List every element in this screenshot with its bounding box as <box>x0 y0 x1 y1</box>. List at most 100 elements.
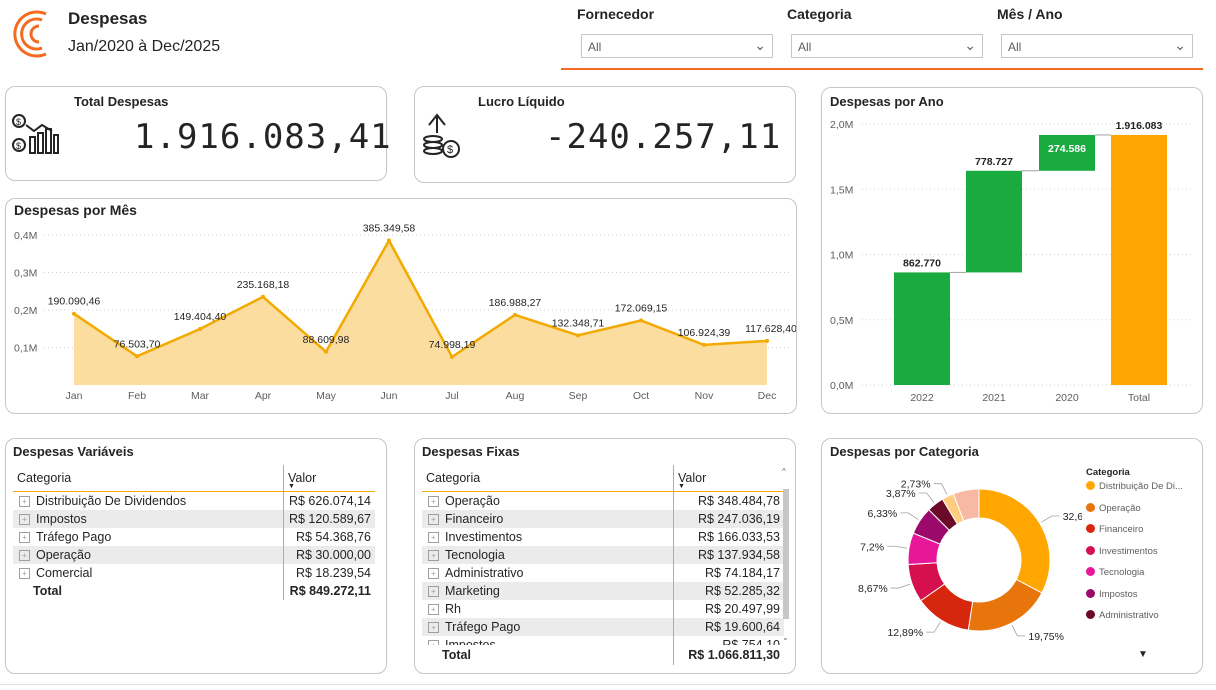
legend-item[interactable]: Tecnologia <box>1086 567 1144 578</box>
expand-plus-icon[interactable]: + <box>19 532 30 544</box>
despesas-por-categoria-card: Despesas por Categoria 32,67%19,75%12,89… <box>821 438 1203 674</box>
legend-more-arrow-icon[interactable]: ▼ <box>1138 649 1148 660</box>
table-row[interactable]: +ImpostosR$ 754,10 <box>422 636 784 645</box>
legend-item[interactable]: Impostos <box>1086 588 1138 600</box>
slicer-fornecedor[interactable]: All ⌄ <box>581 34 773 58</box>
data-point[interactable] <box>513 312 517 317</box>
data-point[interactable] <box>324 349 328 354</box>
categoria-donut-chart: 32,67%19,75%12,89%8,67%7,2%6,33%3,87%2,7… <box>858 479 1082 643</box>
legend-dot-icon <box>1086 524 1095 533</box>
legend-label: Tecnologia <box>1099 567 1145 578</box>
table-header: Categoria Valor ▼ <box>13 465 375 492</box>
data-label: 862.770 <box>903 257 941 269</box>
row-category-label: Impostos <box>445 638 496 645</box>
slicer-categoria-value: All <box>798 40 812 54</box>
table-row[interactable]: + Tráfego Pago R$ 54.368,76 <box>13 528 375 546</box>
slicer-mes-ano-label: Mês / Ano <box>997 6 1063 22</box>
y-tick-label: 0,0M <box>830 380 853 392</box>
data-point[interactable] <box>261 294 265 299</box>
data-point[interactable] <box>702 342 706 347</box>
expand-plus-icon[interactable]: + <box>19 496 30 508</box>
waterfall-bar[interactable] <box>1111 134 1167 385</box>
expand-plus-icon[interactable]: + <box>19 514 30 526</box>
expand-plus-icon[interactable]: + <box>428 622 439 634</box>
row-category-label: Marketing <box>445 584 500 598</box>
expand-plus-icon[interactable]: + <box>428 496 439 508</box>
donut-slice[interactable] <box>967 578 1043 632</box>
legend-item[interactable]: Administrativo <box>1086 610 1159 621</box>
column-header-valor[interactable]: Valor ▼ <box>283 465 375 492</box>
table-row[interactable]: + Investimentos R$ 166.033,53 <box>422 528 784 546</box>
legend-item[interactable]: Investimentos <box>1086 545 1158 557</box>
expand-plus-icon[interactable]: + <box>428 514 439 526</box>
y-tick-label: 0,5M <box>830 315 853 327</box>
leader-line <box>1041 515 1060 523</box>
row-value-cell: R$ 74.184,17 <box>673 564 784 582</box>
legend-item[interactable]: Operação <box>1086 502 1141 514</box>
table-row[interactable]: + Comercial R$ 18.239,54 <box>13 564 375 582</box>
legend-item[interactable]: Distribuição De Di... <box>1086 481 1183 492</box>
table-row[interactable]: + Operação R$ 30.000,00 <box>13 546 375 564</box>
legend-item[interactable]: Financeiro <box>1086 524 1143 535</box>
data-point[interactable] <box>72 311 76 316</box>
expand-plus-icon[interactable]: + <box>428 604 439 616</box>
waterfall-bar[interactable] <box>894 272 950 385</box>
slicer-mes-ano[interactable]: All ⌄ <box>1001 34 1193 58</box>
expand-plus-icon[interactable]: + <box>428 532 439 544</box>
data-label: 76.503,70 <box>114 338 161 350</box>
expand-plus-icon[interactable]: + <box>428 550 439 562</box>
coins-arrow-icon: $ <box>421 113 461 164</box>
x-tick-label: May <box>316 390 337 402</box>
column-header-categoria[interactable]: Categoria <box>13 465 284 492</box>
table-row[interactable]: + Administrativo R$ 74.184,17 <box>422 564 784 582</box>
total-value: R$ 1.066.811,30 <box>688 648 780 662</box>
table-row[interactable]: + Distribuição De Dividendos R$ 626.074,14 <box>13 491 375 510</box>
data-point[interactable] <box>387 238 391 243</box>
table-row[interactable]: + Tecnologia R$ 137.934,58 <box>422 546 784 564</box>
scroll-down-arrow-icon[interactable]: ⌄ <box>782 633 789 642</box>
legend-label: Investimentos <box>1099 545 1158 557</box>
table-row[interactable]: + Financeiro R$ 247.036,19 <box>422 510 784 528</box>
data-point[interactable] <box>639 318 643 323</box>
slicer-categoria[interactable]: All ⌄ <box>791 34 983 58</box>
table-row[interactable]: + Impostos R$ 120.589,67 <box>13 510 375 528</box>
donut-slice[interactable] <box>978 488 1051 594</box>
data-point[interactable] <box>198 326 202 331</box>
expand-plus-icon[interactable]: + <box>19 550 30 562</box>
waterfall-bar[interactable] <box>966 170 1022 273</box>
expand-plus-icon[interactable]: + <box>19 568 30 580</box>
scroll-up-arrow-icon[interactable]: ^ <box>782 467 786 476</box>
total-label: Total <box>33 584 62 598</box>
legend-label: Operação <box>1099 502 1141 514</box>
table-row[interactable]: + Operação R$ 348.484,78 <box>422 491 784 510</box>
despesas-fixas-card: Despesas Fixas Categoria Valor ▼ + Operaçã… <box>414 438 796 674</box>
table-row[interactable]: + Tráfego Pago R$ 19.600,64 <box>422 618 784 636</box>
table-total-row: Total R$ 849.272,11 <box>13 582 375 600</box>
column-header-valor[interactable]: Valor ▼ <box>673 465 784 492</box>
scroll-thumb[interactable] <box>783 489 789 619</box>
expand-plus-icon[interactable]: + <box>428 586 439 598</box>
monthly-area-chart: 0,1M 0,2M 0,3M 0,4M 190.090,46 Jan 76.503,70 Fe… <box>14 222 796 402</box>
data-point[interactable] <box>450 354 454 359</box>
slice-label: 12,89% <box>887 627 923 639</box>
column-header-categoria[interactable]: Categoria <box>422 465 674 492</box>
row-category-label: Tráfego Pago <box>36 530 112 544</box>
svg-text:$: $ <box>16 141 21 151</box>
expand-plus-icon[interactable]: + <box>428 568 439 580</box>
x-tick-label: Jun <box>381 390 398 402</box>
data-point[interactable] <box>135 354 139 359</box>
data-label: 385.349,58 <box>363 222 416 234</box>
logo <box>10 4 54 62</box>
vertical-scrollbar[interactable]: ^ ⌄ <box>782 467 790 645</box>
table-row[interactable]: + Marketing R$ 52.285,32 <box>422 582 784 600</box>
x-tick-label: Total <box>1128 392 1150 404</box>
table-row[interactable]: + Rh R$ 20.497,99 <box>422 600 784 618</box>
row-category-cell: + Rh <box>422 600 674 618</box>
x-tick-label: Jul <box>445 390 458 402</box>
data-point[interactable] <box>765 338 769 343</box>
x-tick-label: Nov <box>695 390 714 402</box>
data-point[interactable] <box>576 333 580 338</box>
slice-label: 19,75% <box>1028 631 1064 643</box>
x-tick-label: Dec <box>758 390 777 402</box>
leader-line <box>890 583 911 589</box>
